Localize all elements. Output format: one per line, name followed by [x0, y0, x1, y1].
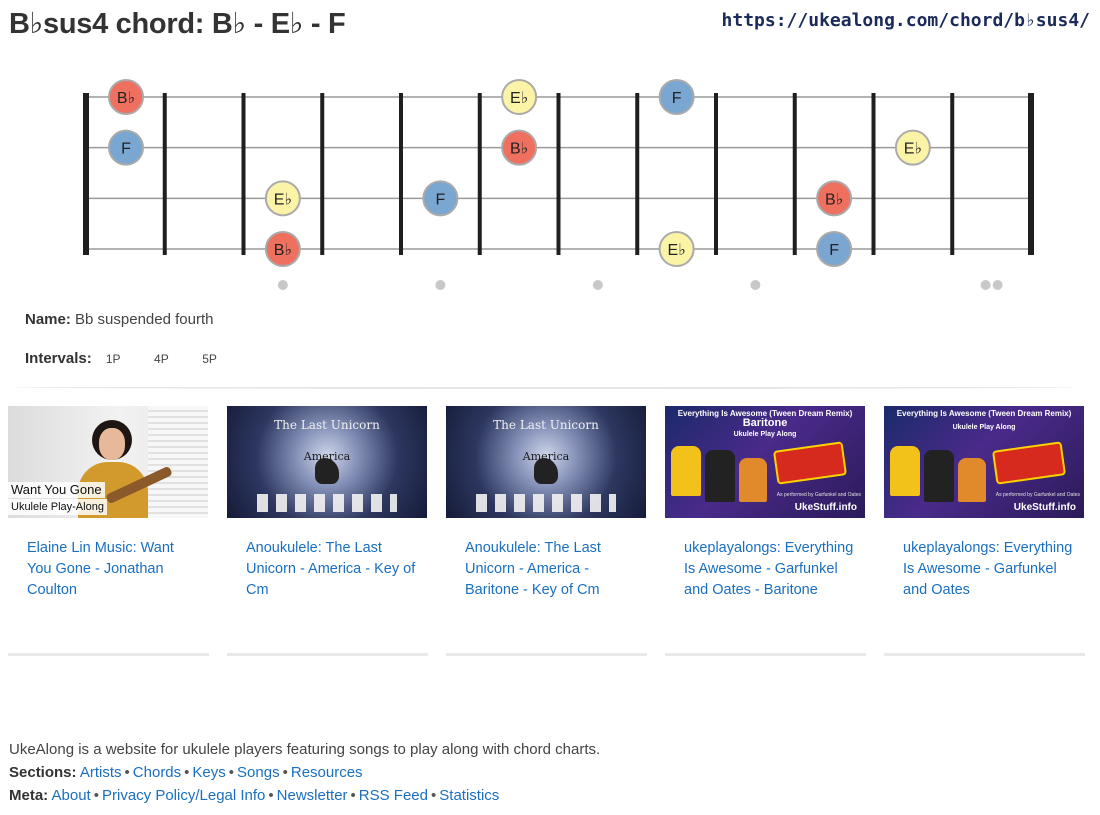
video-card[interactable]: Everything Is Awesome (Tween Dream Remix… — [665, 406, 866, 656]
chord-note-label: F — [829, 242, 839, 259]
fretboard-svg: B♭ E♭ F F B♭ E♭ E♭ F B♭ B♭ E♭ F — [83, 79, 1034, 290]
footer-meta: Meta: About • Privacy Policy/Legal Info • Ne… — [9, 784, 600, 807]
section-divider — [15, 385, 1075, 389]
card-divider — [227, 653, 428, 656]
bullet-separator: • — [350, 787, 356, 804]
thumb-brand: UkeStuff.info — [794, 502, 857, 513]
footer-sections-label: Sections: — [9, 764, 77, 781]
footer-link-chords[interactable]: Chords — [133, 764, 181, 781]
thumb-title: The Last Unicorn — [274, 418, 380, 432]
card-divider — [665, 653, 866, 656]
footer-link-artists[interactable]: Artists — [80, 764, 122, 781]
footer-link-about[interactable]: About — [52, 787, 91, 804]
footer-link-privacy[interactable]: Privacy Policy/Legal Info — [102, 787, 265, 804]
video-thumbnail[interactable]: The Last Unicorn America — [446, 406, 646, 518]
card-divider — [446, 653, 647, 656]
chord-name-value: Bb suspended fourth — [75, 311, 214, 328]
fret-marker-dot — [750, 280, 761, 290]
bullet-separator: • — [184, 764, 190, 781]
thumb-title: The Last Unicorn — [493, 418, 599, 432]
chord-note-label: F — [672, 90, 682, 107]
footer-description: UkeAlong is a website for ukulele player… — [9, 741, 601, 758]
card-divider — [8, 653, 209, 656]
thumb-caption: Want You Gone — [8, 482, 105, 498]
fret-marker-dot — [435, 280, 446, 290]
chord-info: Name: Bb suspended fourth Intervals: 1P … — [25, 310, 236, 369]
chord-intervals-row: Intervals: 1P 4P 5P — [25, 349, 236, 369]
fret-marker-dot — [592, 280, 603, 290]
video-title-link[interactable]: ukeplayalongs: Everything Is Awesome - G… — [684, 538, 856, 601]
thumb-chord-charts — [476, 494, 616, 512]
chord-note-label: F — [435, 191, 445, 208]
chord-name-row: Name: Bb suspended fourth — [25, 310, 236, 330]
interval-item: 5P — [202, 352, 217, 366]
video-thumbnail[interactable]: Everything Is Awesome (Tween Dream Remix… — [884, 406, 1084, 518]
video-thumbnail[interactable]: Want You Gone Ukulele Play-Along — [8, 406, 208, 518]
thumb-subtitle: Baritone — [742, 417, 788, 429]
interval-item: 1P — [105, 352, 121, 366]
footer-link-statistics[interactable]: Statistics — [439, 787, 499, 804]
thumb-subtitle: Ukulele Play Along — [952, 424, 1016, 431]
thumb-credit: As performed by Garfunkel and Oates — [776, 492, 861, 498]
video-card[interactable]: Everything Is Awesome (Tween Dream Remix… — [884, 406, 1085, 656]
bullet-separator: • — [268, 787, 274, 804]
fret-marker-dot — [277, 280, 288, 290]
page-url-link[interactable]: https://ukealong.com/chord/b♭sus4/ — [722, 10, 1090, 31]
footer-meta-label: Meta: — [9, 787, 49, 804]
bullet-separator: • — [431, 787, 437, 804]
bullet-separator: • — [93, 787, 99, 804]
thumb-movie-logo — [991, 441, 1067, 485]
card-divider — [884, 653, 1085, 656]
video-title-link[interactable]: Anoukulele: The Last Unicorn - America -… — [246, 538, 418, 601]
video-title-link[interactable]: ukeplayalongs: Everything Is Awesome - G… — [903, 538, 1075, 601]
bullet-separator: • — [124, 764, 130, 781]
thumb-figure — [671, 446, 701, 496]
thumb-chord-charts — [257, 494, 397, 512]
footer-sections: Sections: Artists • Chords • Keys • Songs • Reso… — [9, 761, 600, 784]
page-title: B♭sus4 chord: B♭ - E♭ - F — [9, 8, 346, 40]
thumb-figure — [99, 428, 125, 460]
fret-marker-dot — [992, 280, 1003, 290]
chord-name-label: Name: — [25, 311, 71, 328]
video-card[interactable]: The Last Unicorn America Anoukulele: The… — [227, 406, 428, 656]
thumb-credit: As performed by Garfunkel and Oates — [995, 492, 1080, 498]
video-thumbnail[interactable]: The Last Unicorn America — [227, 406, 427, 518]
video-thumbnail[interactable]: Everything Is Awesome (Tween Dream Remix… — [665, 406, 865, 518]
thumb-brand: UkeStuff.info — [1013, 502, 1076, 513]
interval-item: 4P — [154, 352, 169, 366]
chord-note-label: E♭ — [510, 90, 528, 107]
footer-link-keys[interactable]: Keys — [192, 764, 225, 781]
thumb-caption: Ukulele Play-Along — [8, 499, 107, 515]
fretboard-diagram: B♭ E♭ F F B♭ E♭ E♭ F B♭ B♭ E♭ F — [0, 60, 1100, 305]
footer: UkeAlong is a website for ukulele player… — [9, 738, 600, 807]
thumb-subtitle: Ukulele Play Along — [733, 431, 797, 438]
chord-note-label: E♭ — [668, 242, 686, 259]
chord-note-label: B♭ — [117, 90, 135, 107]
bullet-separator: • — [282, 764, 288, 781]
chord-note-label: E♭ — [904, 141, 922, 158]
footer-link-resources[interactable]: Resources — [291, 764, 363, 781]
thumb-movie-logo — [772, 441, 848, 485]
chord-note-label: F — [121, 141, 131, 158]
video-card[interactable]: The Last Unicorn America Anoukulele: The… — [446, 406, 647, 656]
chord-note-label: E♭ — [274, 191, 292, 208]
thumb-title: Everything Is Awesome (Tween Dream Remix… — [896, 409, 1072, 418]
video-card[interactable]: Want You Gone Ukulele Play-Along Elaine … — [8, 406, 209, 656]
footer-link-songs[interactable]: Songs — [237, 764, 280, 781]
chord-intervals-label: Intervals: — [25, 350, 92, 367]
bullet-separator: • — [228, 764, 235, 781]
chord-note-label: B♭ — [510, 141, 528, 158]
footer-link-newsletter[interactable]: Newsletter — [277, 787, 348, 804]
video-title-link[interactable]: Elaine Lin Music: Want You Gone - Jonath… — [27, 538, 199, 601]
footer-link-rss-feed[interactable]: RSS Feed — [359, 787, 428, 804]
thumb-figure — [890, 446, 920, 496]
video-list: Want You Gone Ukulele Play-Along Elaine … — [8, 406, 1092, 656]
video-title-link[interactable]: Anoukulele: The Last Unicorn - America -… — [465, 538, 637, 601]
thumb-background — [148, 406, 208, 518]
chord-note-label: B♭ — [825, 191, 843, 208]
chord-note-label: B♭ — [274, 242, 292, 259]
fret-marker-dot — [980, 280, 991, 290]
